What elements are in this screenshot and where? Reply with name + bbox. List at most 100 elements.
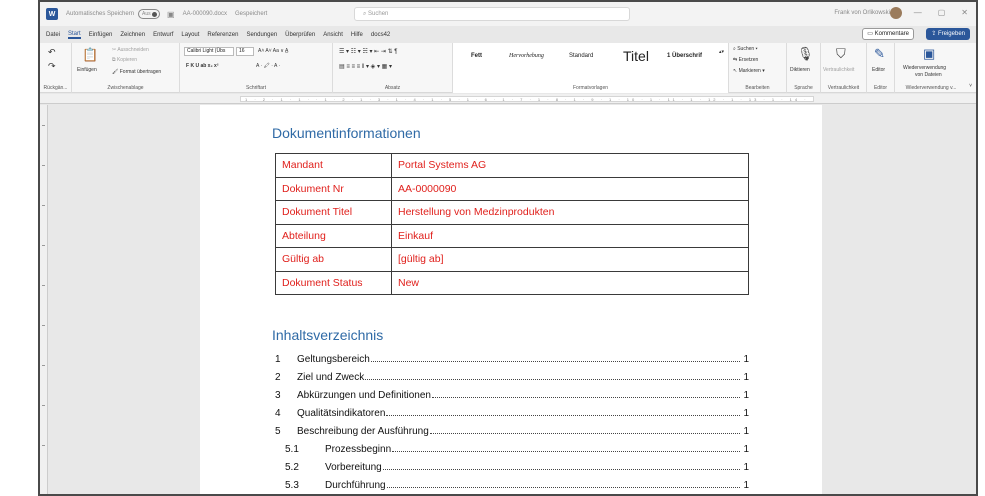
toc-entry[interactable]: 1 Geltungsbereich 1 xyxy=(275,347,749,365)
align-buttons[interactable]: ▤ ≡ ≡ ≡ ‖ ▾ ◈ ▾ ▦ ▾ xyxy=(339,63,392,70)
tab-einfuegen[interactable]: Einfügen xyxy=(89,32,113,38)
window-controls: — ▢ ✕ xyxy=(914,8,968,17)
toc-entry[interactable]: 5.1 Prozessbeginn 1 xyxy=(275,437,749,455)
toc-entry[interactable]: 3 Abkürzungen und Definitionen 1 xyxy=(275,383,749,401)
toc-leader xyxy=(386,487,740,488)
undo-icon[interactable]: ↶ xyxy=(48,47,56,58)
document-name[interactable]: AA-000090.docx xyxy=(183,11,227,17)
select-button[interactable]: ↖ Markieren ▾ xyxy=(733,68,765,74)
tab-docs42[interactable]: docs42 xyxy=(371,32,390,38)
toc-text: Qualitätsindikatoren xyxy=(297,408,386,419)
tab-sendungen[interactable]: Sendungen xyxy=(246,32,277,38)
style-ueberschrift[interactable]: 1 Überschrif xyxy=(667,53,702,59)
toc-text: Beschreibung der Ausführung xyxy=(297,426,429,437)
font-name-select[interactable]: Calibri Light (Übs xyxy=(184,47,234,56)
info-value[interactable]: Herstellung von Medzinprodukten xyxy=(391,200,749,225)
word-logo-icon: W xyxy=(46,8,58,20)
info-label[interactable]: Dokument Status xyxy=(275,270,392,295)
toc-leader xyxy=(429,433,740,434)
maximize-icon[interactable]: ▢ xyxy=(938,8,946,17)
text-color-row[interactable]: A · 🖍 · A · xyxy=(256,63,280,69)
autosave-toggle[interactable]: Aus xyxy=(138,9,161,19)
font-grow-shrink[interactable]: A˄ A˅ Aa ∨ A̲ xyxy=(258,48,288,54)
table-row: Mandant Portal Systems AG xyxy=(275,153,749,178)
reuse-button-line1[interactable]: Wiederverwendung xyxy=(903,65,946,71)
toc-leader xyxy=(365,379,740,380)
info-label[interactable]: Abteilung xyxy=(275,223,392,248)
share-button[interactable]: ⇪ Freigeben xyxy=(926,28,970,40)
tab-ansicht[interactable]: Ansicht xyxy=(323,32,343,38)
tab-referenzen[interactable]: Referenzen xyxy=(207,32,238,38)
table-row: Dokument Nr AA-0000090 xyxy=(275,176,749,201)
tab-layout[interactable]: Layout xyxy=(181,32,199,38)
info-value[interactable]: Portal Systems AG xyxy=(391,153,749,178)
search-input[interactable]: ⌕ Suchen xyxy=(354,7,630,21)
replace-button[interactable]: ⇆ Ersetzen xyxy=(733,57,758,63)
find-button[interactable]: ⌕ Suchen ▾ xyxy=(733,46,758,52)
close-icon[interactable]: ✕ xyxy=(961,8,968,17)
toc-entry[interactable]: 2 Ziel und Zweck 1 xyxy=(275,365,749,383)
style-titel[interactable]: Titel xyxy=(623,48,649,64)
comments-label: Kommentare xyxy=(874,31,909,37)
font-size-select[interactable]: 16 xyxy=(236,47,254,56)
paste-icon[interactable]: 📋 xyxy=(82,47,98,63)
info-value[interactable]: New xyxy=(391,270,749,295)
info-value[interactable]: [gültig ab] xyxy=(391,247,749,272)
comments-button[interactable]: ▭ Kommentare xyxy=(862,28,914,40)
info-label[interactable]: Dokument Nr xyxy=(275,176,392,201)
info-label[interactable]: Mandant xyxy=(275,153,392,178)
tab-entwurf[interactable]: Entwurf xyxy=(153,32,173,38)
microphone-icon[interactable]: 🎙 xyxy=(797,46,814,62)
cut-button[interactable]: ✂ Ausschneiden xyxy=(112,47,149,53)
copy-button[interactable]: ⧉ Kopieren xyxy=(112,57,137,63)
share-icon: ⇪ xyxy=(931,31,938,37)
avatar[interactable] xyxy=(890,7,902,19)
info-label[interactable]: Gültig ab xyxy=(275,247,392,272)
horizontal-ruler[interactable]: 1 · 2 · 1 · 1 · · 1 · 2 · 1 · 3 · 1 · 4 … xyxy=(40,94,976,104)
document-page[interactable]: Dokumentinformationen Mandant Portal Sys… xyxy=(200,105,822,494)
sensitivity-icon[interactable]: ⛉ xyxy=(836,46,846,62)
reuse-files-icon[interactable]: ▣ xyxy=(923,46,935,62)
dictate-button[interactable]: Diktieren xyxy=(790,67,810,73)
tab-zeichnen[interactable]: Zeichnen xyxy=(120,32,145,38)
style-fett[interactable]: Fett xyxy=(471,53,482,59)
format-painter-button[interactable]: 🖌 Format übertragen xyxy=(112,69,161,75)
toc-entry[interactable]: 5.2 Vorbereitung 1 xyxy=(275,455,749,473)
toc-number: 2 xyxy=(275,372,281,383)
reuse-button-line2[interactable]: von Dateien xyxy=(915,72,942,78)
minimize-icon[interactable]: — xyxy=(914,8,922,17)
styles-scroll-icon[interactable]: ▴▾ xyxy=(719,49,724,55)
clipboard-group: 📋 Einfügen ✂ Ausschneiden ⧉ Kopieren 🖌 F… xyxy=(72,43,180,93)
paste-button[interactable]: Einfügen xyxy=(77,67,97,73)
save-icon[interactable]: ▣ xyxy=(167,10,175,19)
editor-button[interactable]: Editor xyxy=(872,67,885,73)
toc-number: 4 xyxy=(275,408,281,419)
redo-icon[interactable]: ↷ xyxy=(48,61,56,72)
tab-hilfe[interactable]: Hilfe xyxy=(351,32,363,38)
info-label[interactable]: Dokument Titel xyxy=(275,200,392,225)
tab-start[interactable]: Start xyxy=(68,31,81,39)
info-value[interactable]: Einkauf xyxy=(391,223,749,248)
tab-ueberpruefen[interactable]: Überprüfen xyxy=(285,32,315,38)
toc-page: 1 xyxy=(743,462,749,473)
toc-page: 1 xyxy=(743,426,749,437)
document-info-table: Mandant Portal Systems AG Dokument Nr AA… xyxy=(275,153,749,295)
ribbon-collapse-icon[interactable]: ˅ xyxy=(969,83,972,89)
editor-pen-icon[interactable]: ✎ xyxy=(874,46,885,62)
toc-entry[interactable]: 4 Qualitätsindikatoren 1 xyxy=(275,401,749,419)
user-name[interactable]: Frank von Orlikowski xyxy=(834,10,890,16)
info-value[interactable]: AA-0000090 xyxy=(391,176,749,201)
font-format-row[interactable]: F K U ab x₂ x² xyxy=(186,63,219,69)
tab-datei[interactable]: Datei xyxy=(46,32,60,38)
word-window: W Automatisches Speichern Aus ▣ AA-00009… xyxy=(38,0,978,496)
toc-number: 5.2 xyxy=(285,462,299,473)
sensitivity-button[interactable]: Vertraulichkeit xyxy=(823,67,854,73)
reuse-group-label: Wiederverwendung v... xyxy=(905,85,957,91)
style-hervorhebung[interactable]: Hervorhebung xyxy=(509,53,544,59)
vertical-ruler[interactable] xyxy=(40,105,48,494)
toc-number: 5.1 xyxy=(285,444,299,455)
style-standard[interactable]: Standard xyxy=(569,53,593,59)
toc-entry[interactable]: 5.3 Durchführung 1 xyxy=(275,473,749,491)
list-buttons[interactable]: ☰ ▾ ☷ ▾ ☵ ▾ ⇤ ⇥ ⇅ ¶ xyxy=(339,48,397,55)
toc-entry[interactable]: 5 Beschreibung der Ausführung 1 xyxy=(275,419,749,437)
